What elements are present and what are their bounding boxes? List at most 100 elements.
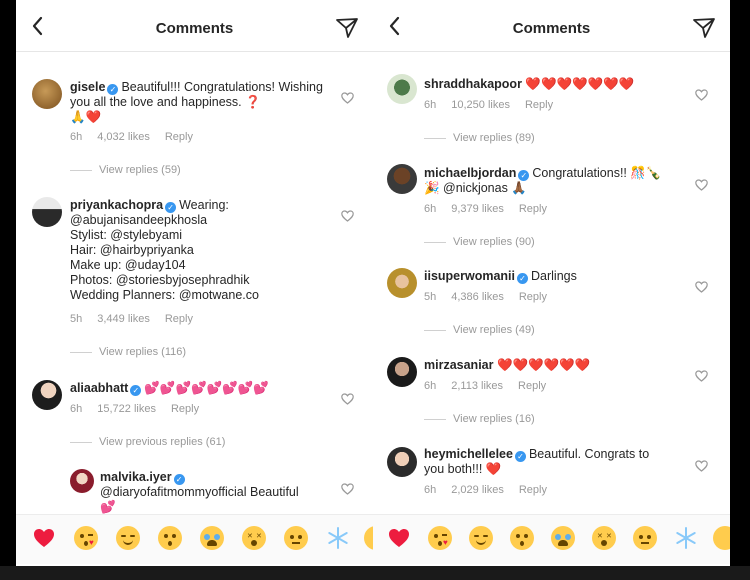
comment-emoji: 💕 — [100, 500, 116, 514]
comment-meta: 5h 4,386 likes Reply — [424, 291, 562, 303]
like-count[interactable]: 9,379 likes — [451, 203, 504, 215]
comment-username[interactable]: shraddhakapoor — [424, 77, 522, 91]
comment-text-line: Wedding Planners: @motwane.co — [70, 288, 259, 302]
view-replies-link[interactable]: View replies (49) — [424, 324, 535, 336]
like-count[interactable]: 4,386 likes — [451, 291, 504, 303]
like-count[interactable]: 3,449 likes — [97, 313, 150, 325]
reply-button[interactable]: Reply — [518, 380, 546, 392]
comment-text-line: you both!!! ❤️ — [424, 462, 502, 476]
like-heart-icon[interactable] — [695, 281, 708, 293]
like-heart-icon[interactable] — [341, 483, 354, 495]
reply-button[interactable]: Reply — [165, 131, 193, 143]
like-heart-icon[interactable] — [695, 89, 708, 101]
astonished-emoji-icon[interactable]: ✕ ✕ — [242, 526, 266, 550]
crying-emoji-icon[interactable] — [551, 526, 575, 550]
kiss-emoji-icon[interactable]: ♥ — [428, 526, 452, 550]
comment-time: 6h — [70, 131, 83, 143]
view-previous-replies-link[interactable]: View previous replies (61) — [70, 436, 225, 448]
emoji-quick-bar: ♥ ✕ ✕ — [16, 514, 373, 564]
send-icon[interactable] — [692, 16, 716, 40]
comment-time: 6h — [424, 484, 437, 496]
comment-username[interactable]: iisuperwomanii — [424, 269, 515, 283]
comment-time: 5h — [70, 313, 83, 325]
bottom-strip — [0, 566, 750, 580]
snowflake-emoji-icon[interactable] — [326, 526, 350, 550]
smiling-emoji-icon[interactable] — [116, 526, 140, 550]
like-count[interactable]: 2,029 likes — [451, 484, 504, 496]
like-heart-icon[interactable] — [341, 393, 354, 405]
comment-username[interactable]: gisele — [70, 80, 105, 94]
left-comments-panel: Comments gisele ✓ Beautiful!!! Congratulat… — [16, 0, 373, 572]
comment-text-line: Hair: @hairbypriyanka — [70, 243, 194, 257]
like-heart-icon[interactable] — [695, 179, 708, 191]
crying-emoji-icon[interactable] — [200, 526, 224, 550]
heart-emoji-icon[interactable] — [387, 526, 411, 550]
comment-time: 6h — [70, 403, 83, 415]
comment-text: Beautiful. Congrats to — [528, 447, 650, 461]
comment-username[interactable]: mirzasaniar — [424, 358, 493, 372]
comment-time: 5h — [424, 291, 437, 303]
reply-button[interactable]: Reply — [171, 403, 199, 415]
comment-meta: 6h 4,032 likes Reply — [70, 131, 208, 143]
like-count[interactable]: 2,113 likes — [451, 380, 503, 392]
comment-meta: 6h 9,379 likes Reply — [424, 203, 562, 215]
page-title: Comments — [512, 20, 591, 37]
neutral-emoji-icon[interactable] — [633, 526, 657, 550]
like-heart-icon[interactable] — [695, 460, 708, 472]
comment-time: 6h — [424, 380, 437, 392]
avatar[interactable] — [387, 268, 417, 298]
comment-meta: 6h 15,722 likes Reply — [70, 403, 214, 415]
like-count[interactable]: 4,032 likes — [97, 131, 150, 143]
avatar[interactable] — [387, 74, 417, 104]
view-replies-link[interactable]: View replies (89) — [424, 132, 535, 144]
comment-username[interactable]: michaelbjordan — [424, 166, 516, 180]
view-replies-link[interactable]: View replies (90) — [424, 236, 535, 248]
header-bar: Comments — [373, 0, 730, 52]
like-count[interactable]: 15,722 likes — [97, 403, 156, 415]
verified-badge-icon: ✓ — [173, 474, 185, 485]
avatar[interactable] — [387, 164, 417, 194]
reply-button[interactable]: Reply — [165, 313, 193, 325]
comment-text-line: Photos: @storiesbyjosephradhik — [70, 273, 250, 287]
kissing-emoji-icon[interactable] — [510, 526, 534, 550]
comment-text: Congratulations!! 🎊🍾 — [532, 166, 662, 180]
page-title: Comments — [155, 20, 234, 37]
like-heart-icon[interactable] — [341, 210, 354, 222]
view-replies-link[interactable]: View replies (59) — [70, 164, 181, 176]
view-replies-link[interactable]: View replies (16) — [424, 413, 535, 425]
comment-time: 6h — [424, 203, 437, 215]
send-icon[interactable] — [335, 16, 359, 40]
neutral-emoji-icon[interactable] — [284, 526, 308, 550]
avatar[interactable] — [387, 447, 417, 477]
comment-username[interactable]: heymichellelee — [424, 447, 513, 461]
like-heart-icon[interactable] — [341, 92, 354, 104]
comment-text: @diaryofafitmommyofficial Beautiful — [100, 485, 299, 499]
verified-badge-icon: ✓ — [130, 385, 142, 396]
astonished-emoji-icon[interactable]: ✕ ✕ — [592, 526, 616, 550]
view-replies-link[interactable]: View replies (116) — [70, 346, 186, 358]
like-count[interactable]: 10,250 likes — [451, 99, 510, 111]
like-heart-icon[interactable] — [695, 370, 708, 382]
reply-button[interactable]: Reply — [519, 203, 547, 215]
reply-button[interactable]: Reply — [519, 484, 547, 496]
partial-emoji-icon[interactable] — [713, 526, 730, 550]
comment-text-line: 🎉 @nickjonas 🙏🏾 — [424, 181, 527, 195]
verified-badge-icon: ✓ — [517, 273, 528, 284]
avatar[interactable] — [32, 380, 62, 410]
verified-badge-icon: ✓ — [165, 202, 177, 213]
avatar[interactable] — [70, 469, 94, 493]
partial-emoji-icon[interactable] — [364, 526, 373, 550]
comment-username[interactable]: priyankachopra — [70, 198, 163, 212]
comment-username[interactable]: malvika.iyer — [100, 470, 172, 484]
reply-button[interactable]: Reply — [519, 291, 547, 303]
heart-emoji-icon[interactable] — [32, 526, 56, 550]
avatar[interactable] — [387, 357, 417, 387]
avatar[interactable] — [32, 79, 62, 109]
avatar[interactable] — [32, 197, 62, 227]
smiling-emoji-icon[interactable] — [469, 526, 493, 550]
snowflake-emoji-icon[interactable] — [674, 526, 698, 550]
kiss-emoji-icon[interactable]: ♥ — [74, 526, 98, 550]
kissing-emoji-icon[interactable] — [158, 526, 182, 550]
comment-username[interactable]: aliaabhatt — [70, 381, 128, 395]
reply-button[interactable]: Reply — [525, 99, 553, 111]
